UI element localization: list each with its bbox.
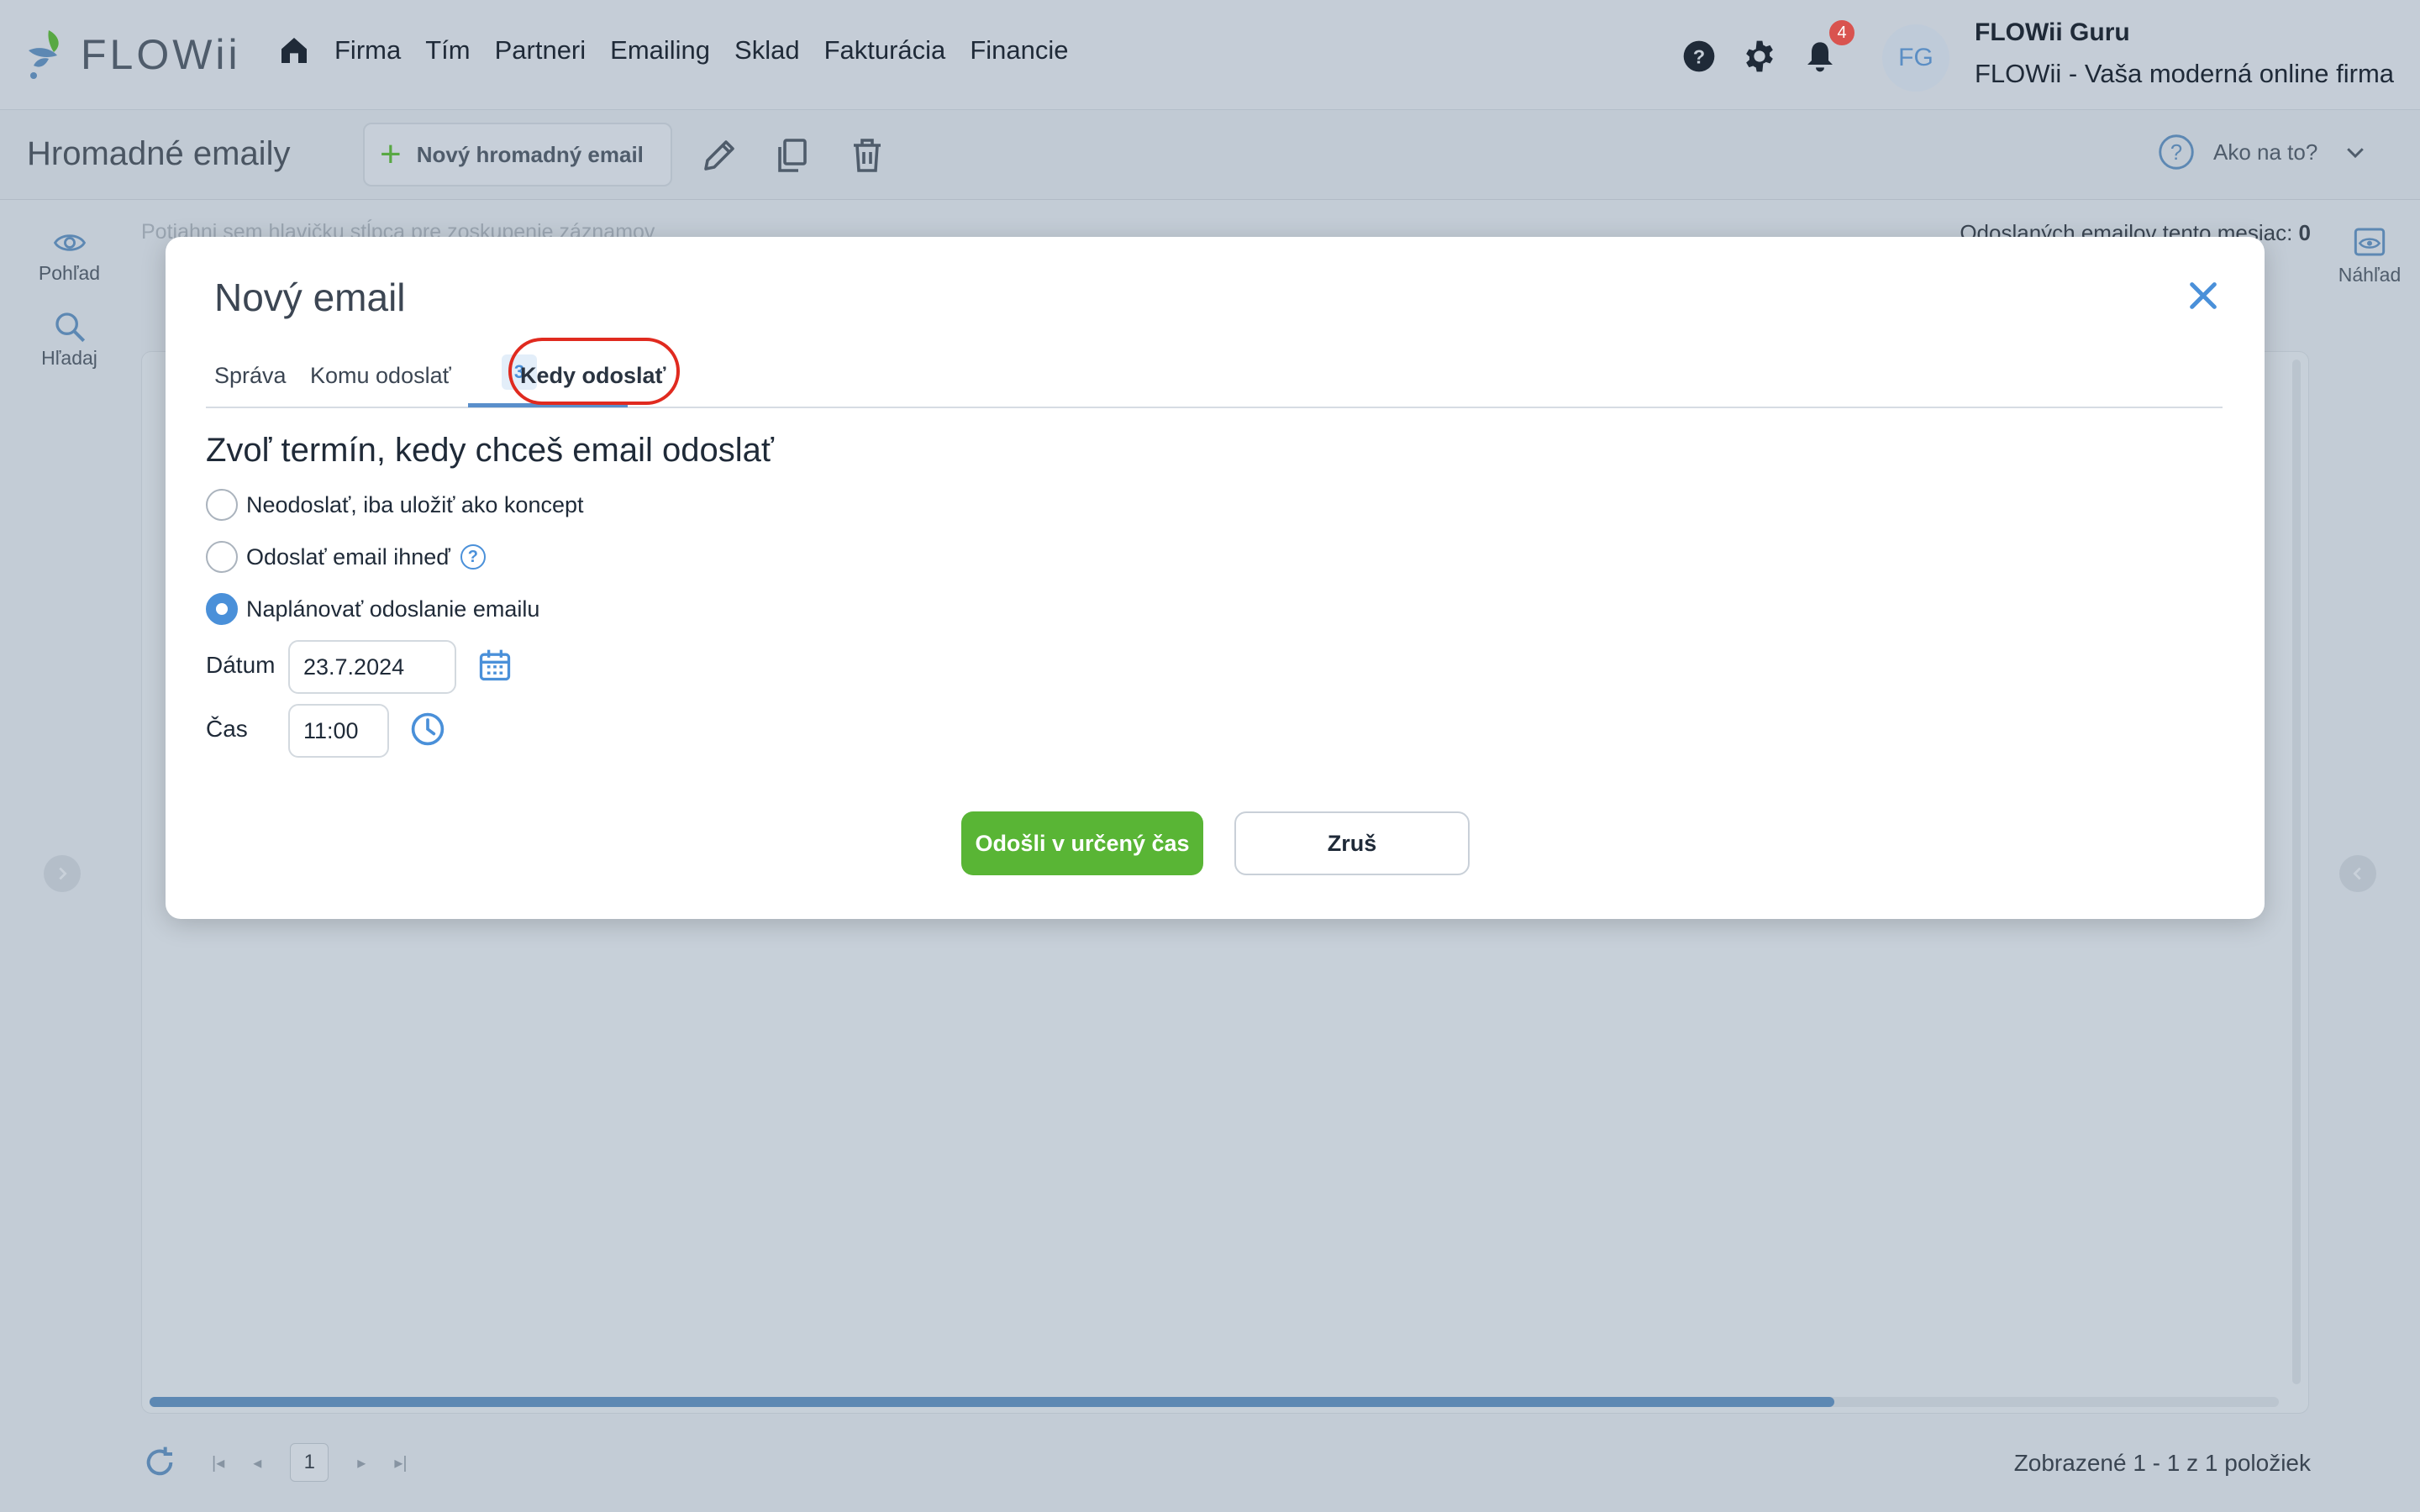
trash-icon[interactable] <box>847 135 887 176</box>
time-input[interactable]: 11:00 <box>288 704 389 758</box>
new-bulk-email-button[interactable]: + Nový hromadný email <box>363 123 672 186</box>
schedule-section-title: Zvoľ termín, kedy chceš email odoslať <box>206 432 774 469</box>
prev-page-icon[interactable]: ◂ <box>253 1452 261 1473</box>
expand-right-panel-button[interactable] <box>2339 855 2376 892</box>
scrollbar-thumb[interactable] <box>150 1397 1834 1407</box>
question-mark-icon[interactable]: ? <box>460 544 486 570</box>
preview-icon <box>2354 228 2386 256</box>
pencil-icon[interactable] <box>699 135 739 176</box>
how-to-link[interactable]: ? Ako na to? <box>2158 134 2368 171</box>
nav-item-fakturacia[interactable]: Fakturácia <box>824 35 946 66</box>
next-page-icon[interactable]: ▸ <box>357 1452 366 1473</box>
copy-icon[interactable] <box>771 135 812 176</box>
option-save-draft[interactable]: Neodoslať, iba uložiť ako koncept <box>206 489 584 521</box>
tab-message[interactable]: Správa <box>214 363 287 389</box>
dialog-title: Nový email <box>214 276 406 319</box>
nav-item-partneri[interactable]: Partneri <box>495 35 587 66</box>
close-icon[interactable] <box>2186 279 2220 312</box>
cancel-button[interactable]: Zruš <box>1234 811 1470 875</box>
option-label: Odoslať email ihneď <box>246 543 450 570</box>
radio-send-now[interactable] <box>206 541 238 573</box>
date-input[interactable]: 23.7.2024 <box>288 640 456 694</box>
home-icon[interactable] <box>277 34 311 67</box>
help-circle-icon: ? <box>1683 40 1715 72</box>
nav-item-tim[interactable]: Tím <box>425 35 470 66</box>
refresh-icon[interactable] <box>143 1446 176 1479</box>
how-to-label: Ako na to? <box>2213 139 2318 165</box>
time-label: Čas <box>206 716 248 742</box>
expand-left-panel-button[interactable] <box>44 855 81 892</box>
left-side-panel: Pohľad Hľadaj <box>0 202 139 370</box>
notifications-button[interactable]: 4 <box>1802 18 1857 75</box>
tab-recipients[interactable]: Komu odoslať <box>310 363 451 389</box>
user-company: FLOWii - Vaša moderná online firma <box>1975 59 2395 88</box>
nav-item-financie[interactable]: Financie <box>970 35 1068 66</box>
chevron-right-icon <box>59 867 67 880</box>
help-circle-icon: ? <box>2159 134 2194 170</box>
current-page[interactable]: 1 <box>290 1443 329 1482</box>
grid-footer: |◂ ◂ 1 ▸ ▸| Zobrazené 1 - 1 z 1 položiek <box>0 1428 2420 1512</box>
option-label: Neodoslať, iba uložiť ako koncept <box>246 491 584 517</box>
gear-icon <box>1746 40 1773 72</box>
nav-item-sklad[interactable]: Sklad <box>734 35 800 66</box>
last-page-icon[interactable]: ▸| <box>394 1452 407 1473</box>
top-navigation-bar: FLOWii Firma Tím Partneri Emailing Sklad… <box>0 0 2420 109</box>
items-shown: Zobrazené 1 - 1 z 1 položiek <box>2013 1450 2311 1476</box>
page-title: Hromadné emaily <box>27 135 291 172</box>
logo-text: FLOWii <box>81 31 241 78</box>
plus-icon: + <box>380 134 402 175</box>
radio-save-draft[interactable] <box>206 489 238 521</box>
grid-horizontal-scrollbar[interactable] <box>150 1397 2279 1407</box>
calendar-icon[interactable] <box>476 647 513 684</box>
annotation-highlight <box>508 338 680 405</box>
sidebar-item-view[interactable]: Pohľad <box>0 227 139 285</box>
sent-emails-value: 0 <box>2298 220 2311 245</box>
eye-icon <box>53 234 86 251</box>
nav-item-emailing[interactable]: Emailing <box>610 35 710 66</box>
notifications-badge: 4 <box>1827 18 1857 48</box>
sidebar-item-label: Pohľad <box>38 262 101 284</box>
pager: |◂ ◂ 1 ▸ ▸| <box>143 1443 436 1482</box>
radio-schedule[interactable] <box>206 593 238 625</box>
new-email-dialog: Nový email Správa Komu odoslať 3 Kedy od… <box>166 237 2265 919</box>
flowii-logo[interactable]: FLOWii <box>25 25 241 84</box>
svg-text:?: ? <box>2170 141 2182 165</box>
search-icon <box>55 312 85 343</box>
send-at-time-button[interactable]: Odošli v určený čas <box>961 811 1203 875</box>
option-schedule[interactable]: Naplánovať odoslanie emailu <box>206 593 539 625</box>
avatar[interactable]: FG <box>1882 24 1949 92</box>
clock-icon[interactable] <box>409 711 446 748</box>
page-toolbar: Hromadné emaily + Nový hromadný email ? … <box>0 109 2420 200</box>
nav-item-firma[interactable]: Firma <box>334 35 401 66</box>
option-send-now[interactable]: Odoslať email ihneď ? <box>206 541 486 573</box>
date-label: Dátum <box>206 652 276 678</box>
flowii-logo-icon <box>29 30 59 79</box>
main-nav: Firma Tím Partneri Emailing Sklad Faktur… <box>277 34 1093 67</box>
chevron-left-icon <box>2353 867 2361 880</box>
chevron-down-icon <box>2347 148 2365 159</box>
help-button[interactable]: ? <box>1681 38 1718 75</box>
top-icons: ? 4 <box>1681 18 1862 75</box>
grid-vertical-scrollbar[interactable] <box>2292 360 2301 1384</box>
settings-button[interactable] <box>1741 38 1778 75</box>
preview-label: Náhľad <box>2338 264 2402 286</box>
new-bulk-email-label: Nový hromadný email <box>416 141 644 167</box>
sidebar-item-label: Hľadaj <box>41 347 97 369</box>
svg-text:?: ? <box>1693 45 1705 67</box>
option-label: Naplánovať odoslanie emailu <box>246 596 540 622</box>
first-page-icon[interactable]: |◂ <box>212 1452 224 1473</box>
user-name[interactable]: FLOWii Guru <box>1975 18 2130 47</box>
right-side-panel[interactable]: Náhľad <box>2328 225 2412 286</box>
dialog-tabs: Správa Komu odoslať 3 Kedy odoslať <box>206 354 2223 408</box>
sidebar-item-search[interactable]: Hľadaj <box>0 310 139 370</box>
